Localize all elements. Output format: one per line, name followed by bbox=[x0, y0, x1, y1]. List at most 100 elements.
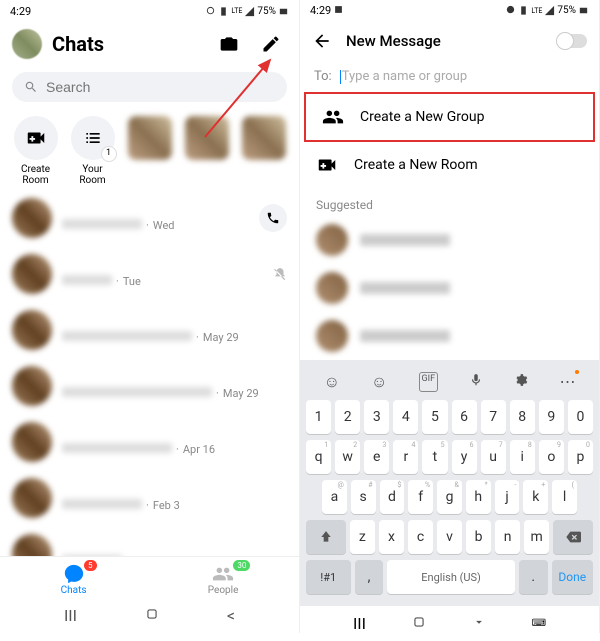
key-2[interactable]: 2 bbox=[335, 400, 360, 434]
story-item[interactable] bbox=[126, 116, 173, 186]
backspace-key[interactable] bbox=[553, 520, 593, 554]
signal-icon bbox=[244, 6, 255, 17]
key-v[interactable]: v bbox=[437, 520, 462, 554]
key-n[interactable]: n bbox=[495, 520, 520, 554]
key-1[interactable]: 1 bbox=[306, 400, 331, 434]
key-x[interactable]: x bbox=[379, 520, 404, 554]
chat-row[interactable]: ·Wed bbox=[0, 190, 299, 246]
key-g[interactable]: g& bbox=[437, 480, 462, 514]
new-message-screen: 4:29 LTE 75% New Message To: Type a name… bbox=[300, 0, 600, 633]
key-e[interactable]: e3 bbox=[364, 440, 389, 474]
recents-button[interactable]: III bbox=[353, 614, 366, 633]
create-new-room[interactable]: Create a New Room bbox=[300, 142, 599, 188]
key-q[interactable]: q1 bbox=[306, 440, 331, 474]
back-arrow-icon[interactable] bbox=[312, 31, 332, 51]
home-button[interactable] bbox=[412, 614, 426, 633]
search-box[interactable] bbox=[12, 72, 287, 102]
key-8[interactable]: 8 bbox=[510, 400, 535, 434]
symbol-key[interactable]: !#1 bbox=[306, 560, 351, 594]
create-room-story[interactable]: Create Room bbox=[12, 116, 59, 186]
key-b[interactable]: b bbox=[466, 520, 491, 554]
chat-row[interactable]: ·May 29 bbox=[0, 302, 299, 358]
chat-row[interactable]: ·May 29 bbox=[0, 358, 299, 414]
key-5[interactable]: 5 bbox=[422, 400, 447, 434]
call-button[interactable] bbox=[259, 204, 287, 232]
secret-toggle[interactable] bbox=[557, 34, 587, 48]
keyboard-switch-button[interactable]: ⌨ bbox=[532, 618, 546, 629]
key-9[interactable]: 9 bbox=[539, 400, 564, 434]
key-w[interactable]: w2 bbox=[335, 440, 360, 474]
key-3[interactable]: 3 bbox=[364, 400, 389, 434]
people-icon bbox=[212, 563, 234, 585]
back-button[interactable]: < bbox=[227, 606, 235, 625]
recents-button[interactable]: III bbox=[64, 606, 77, 625]
keyboard-down-button[interactable] bbox=[472, 614, 486, 633]
room-badge: 1 bbox=[101, 146, 117, 162]
suggested-contact[interactable] bbox=[300, 216, 599, 264]
to-input[interactable]: Type a name or group bbox=[342, 69, 467, 84]
key-7[interactable]: 7 bbox=[481, 400, 506, 434]
pencil-icon bbox=[261, 34, 281, 54]
create-new-group[interactable]: Create a New Group bbox=[304, 92, 595, 142]
mic-button[interactable] bbox=[469, 372, 483, 392]
nav-chats[interactable]: 5 Chats bbox=[61, 563, 87, 596]
video-plus-icon bbox=[25, 127, 47, 149]
suggested-contact[interactable] bbox=[300, 264, 599, 312]
key-s[interactable]: s# bbox=[351, 480, 376, 514]
comma-key[interactable]: , bbox=[355, 560, 384, 594]
key-d[interactable]: d$ bbox=[380, 480, 405, 514]
gif-button[interactable]: GIF bbox=[419, 372, 439, 392]
key-c[interactable]: c bbox=[408, 520, 433, 554]
key-u[interactable]: u7 bbox=[481, 440, 506, 474]
chat-avatar bbox=[12, 254, 52, 294]
done-key[interactable]: Done bbox=[552, 560, 593, 594]
key-l[interactable]: l( bbox=[552, 480, 577, 514]
chat-name bbox=[62, 540, 192, 552]
key-k[interactable]: k+ bbox=[523, 480, 548, 514]
chat-row[interactable]: ·Feb 3 bbox=[0, 470, 299, 526]
chat-name bbox=[62, 484, 182, 496]
shift-key[interactable] bbox=[306, 520, 346, 554]
camera-button[interactable] bbox=[213, 28, 245, 60]
key-t[interactable]: t5 bbox=[422, 440, 447, 474]
story-item[interactable] bbox=[183, 116, 230, 186]
key-6[interactable]: 6 bbox=[452, 400, 477, 434]
key-p[interactable]: p0 bbox=[568, 440, 593, 474]
key-m[interactable]: m bbox=[524, 520, 549, 554]
chat-row[interactable]: ·Tue bbox=[0, 246, 299, 302]
android-nav-bar: III ⌨ bbox=[300, 606, 599, 641]
settings-button[interactable] bbox=[514, 372, 528, 392]
chat-row[interactable]: ·Apr 16 bbox=[0, 414, 299, 470]
key-0[interactable]: 0 bbox=[568, 400, 593, 434]
nav-people[interactable]: 30 People bbox=[208, 563, 239, 596]
profile-avatar[interactable] bbox=[12, 29, 42, 59]
home-button[interactable] bbox=[145, 606, 159, 625]
key-h[interactable]: h* bbox=[466, 480, 491, 514]
key-z[interactable]: z bbox=[350, 520, 375, 554]
key-a[interactable]: a@ bbox=[322, 480, 347, 514]
chat-row[interactable]: ·Jan 6 bbox=[0, 526, 299, 556]
key-j[interactable]: j- bbox=[495, 480, 520, 514]
key-4[interactable]: 4 bbox=[393, 400, 418, 434]
battery-percent: 75% bbox=[257, 6, 276, 17]
emoji-button[interactable]: ☺ bbox=[324, 372, 340, 392]
key-r[interactable]: r4 bbox=[393, 440, 418, 474]
chat-avatar bbox=[12, 422, 52, 462]
search-input[interactable] bbox=[46, 79, 275, 95]
period-key[interactable]: . bbox=[519, 560, 548, 594]
your-room-story[interactable]: 1 Your Room bbox=[69, 116, 116, 186]
space-key[interactable]: English (US) bbox=[387, 560, 515, 594]
stories-row[interactable]: Create Room 1 Your Room bbox=[0, 108, 299, 190]
suggested-contact[interactable] bbox=[300, 312, 599, 360]
key-o[interactable]: o9 bbox=[539, 440, 564, 474]
contact-name bbox=[360, 234, 450, 246]
key-f[interactable]: f% bbox=[408, 480, 433, 514]
more-button[interactable]: ⋯ bbox=[559, 372, 575, 392]
sticker-button[interactable]: ☺ bbox=[371, 372, 387, 392]
story-item[interactable] bbox=[240, 116, 287, 186]
key-y[interactable]: y6 bbox=[452, 440, 477, 474]
compose-button[interactable] bbox=[255, 28, 287, 60]
chat-list[interactable]: ·Wed ·Tue ·May 29 bbox=[0, 190, 299, 556]
key-i[interactable]: i8 bbox=[510, 440, 535, 474]
keyboard-row-a: a@s#d$f%g&h*j-k+l( bbox=[304, 480, 595, 514]
